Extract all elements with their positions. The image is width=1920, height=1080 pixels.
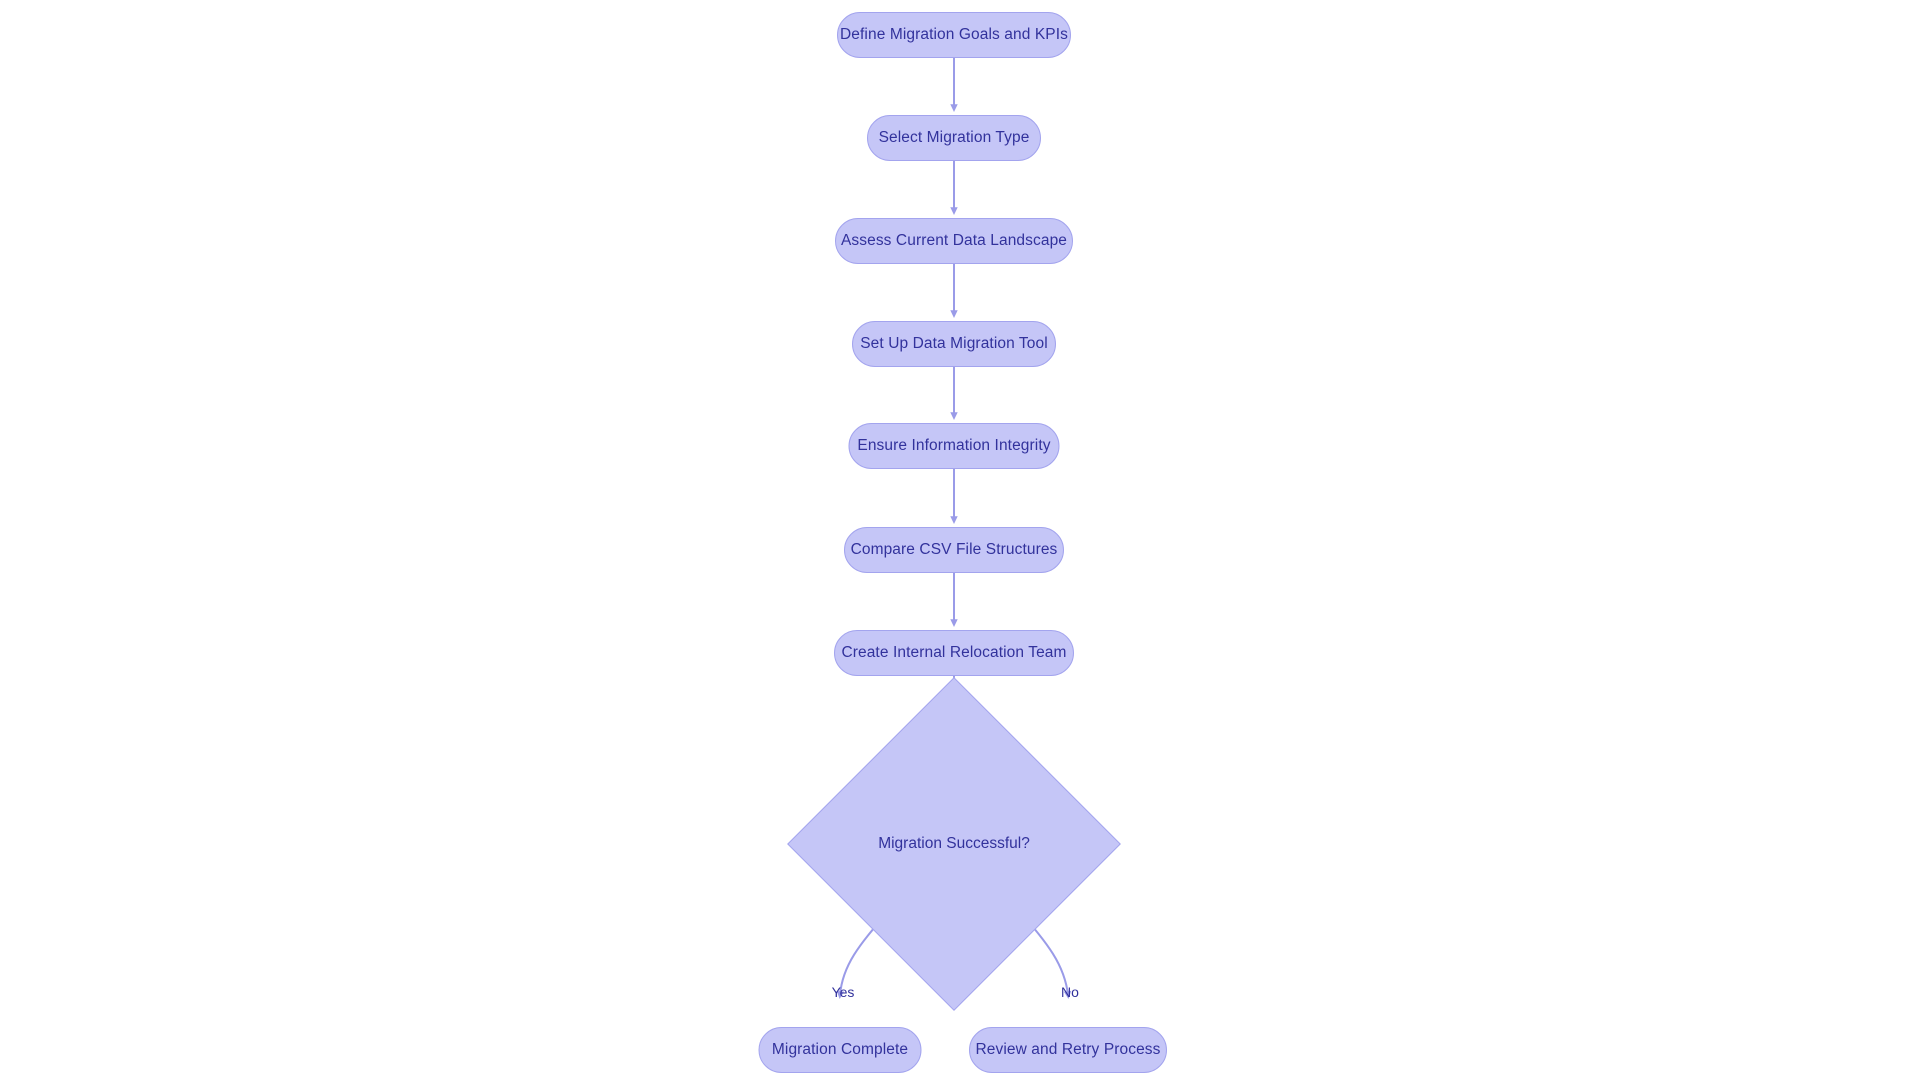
node-review-and-retry-process[interactable]: Review and Retry Process: [969, 1027, 1167, 1073]
flowchart-canvas: Define Migration Goals and KPIs Select M…: [0, 0, 1920, 1080]
node-label: Create Internal Relocation Team: [841, 644, 1067, 662]
decision-node-migration-successful[interactable]: Migration Successful?: [787, 677, 1121, 1011]
node-label: Migration Successful?: [878, 835, 1030, 853]
node-label: Set Up Data Migration Tool: [860, 335, 1048, 353]
node-ensure-information-integrity[interactable]: Ensure Information Integrity: [848, 423, 1060, 469]
node-label: Compare CSV File Structures: [850, 541, 1058, 559]
node-compare-csv-file-structures[interactable]: Compare CSV File Structures: [844, 527, 1064, 573]
node-label: Select Migration Type: [878, 129, 1030, 147]
node-label: Ensure Information Integrity: [857, 437, 1051, 455]
node-label: Review and Retry Process: [975, 1041, 1161, 1059]
edge-label-yes: Yes: [831, 984, 855, 1000]
node-define-migration-goals-and-kpis[interactable]: Define Migration Goals and KPIs: [837, 12, 1071, 58]
node-create-internal-relocation-team[interactable]: Create Internal Relocation Team: [834, 630, 1074, 676]
node-label: Define Migration Goals and KPIs: [840, 26, 1068, 44]
node-label: Migration Complete: [771, 1041, 909, 1059]
node-assess-current-data-landscape[interactable]: Assess Current Data Landscape: [835, 218, 1073, 264]
node-label: Assess Current Data Landscape: [840, 232, 1068, 250]
node-migration-complete[interactable]: Migration Complete: [758, 1027, 922, 1073]
node-set-up-data-migration-tool[interactable]: Set Up Data Migration Tool: [852, 321, 1056, 367]
node-select-migration-type[interactable]: Select Migration Type: [867, 115, 1041, 161]
decision-label-wrap: Migration Successful?: [836, 726, 1072, 962]
edge-label-no: No: [1061, 984, 1079, 1000]
